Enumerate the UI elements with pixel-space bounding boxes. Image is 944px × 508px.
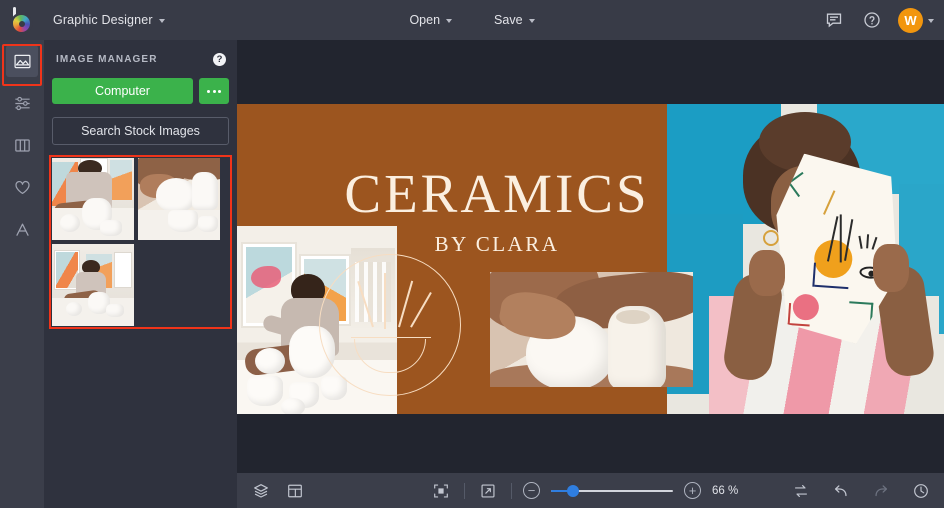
panel-title: IMAGE MANAGER (56, 53, 158, 65)
search-stock-label: Search Stock Images (81, 124, 200, 138)
canvas-area[interactable]: CERAMICS BY CLARA (237, 40, 944, 473)
zoom-out-button[interactable]: − (523, 482, 540, 499)
zoom-in-button[interactable]: + (684, 482, 701, 499)
befunky-logo[interactable] (0, 0, 44, 40)
more-dots-icon[interactable] (199, 78, 229, 104)
zoom-slider[interactable] (551, 484, 673, 498)
zoom-out-label: − (527, 483, 536, 498)
chevron-down-icon (158, 19, 165, 23)
artboard[interactable]: CERAMICS BY CLARA (237, 104, 944, 414)
computer-button-label: Computer (95, 84, 150, 98)
redo-icon[interactable] (869, 479, 893, 503)
tool-rail (0, 40, 44, 508)
history-clock-icon[interactable] (909, 479, 933, 503)
design-title[interactable]: CERAMICS (237, 166, 757, 221)
divider (464, 482, 465, 499)
upload-from-computer-button[interactable]: Computer (52, 78, 193, 104)
top-bar-actions: W (822, 0, 934, 40)
chevron-down-icon (528, 19, 535, 23)
bottom-bar-left (237, 479, 307, 503)
layers-icon[interactable] (249, 479, 273, 503)
panel-actions: Computer Search Stock Images (44, 78, 237, 145)
thumbnail-ceramics-studio-1[interactable] (52, 158, 134, 240)
thumbnail-ceramics-studio-2[interactable] (52, 244, 134, 326)
open-menu-button[interactable]: Open (398, 8, 463, 32)
document-title-dropdown[interactable]: Graphic Designer (44, 8, 174, 32)
document-title-label: Graphic Designer (53, 13, 153, 27)
sidebar-item-edit-tools[interactable] (0, 82, 44, 124)
sidebar-item-graphics[interactable] (0, 166, 44, 208)
help-circle-icon[interactable]: ? (213, 52, 226, 66)
chevron-down-icon (446, 19, 453, 23)
chat-icon[interactable] (822, 8, 846, 32)
bowl-line-art-icon (319, 254, 461, 396)
sidebar-item-templates[interactable] (0, 124, 44, 166)
save-menu-button[interactable]: Save (483, 8, 546, 32)
bottom-bar-right (789, 479, 933, 503)
layout-grid-icon[interactable] (283, 479, 307, 503)
bottom-bar: − + 66 % (237, 473, 944, 508)
thumbnail-gallery (49, 155, 232, 329)
open-menu-label: Open (409, 13, 441, 27)
search-stock-images-button[interactable]: Search Stock Images (52, 117, 229, 145)
canvas-photo-right-portrait[interactable] (667, 104, 944, 414)
image-manager-panel: IMAGE MANAGER ? Computer Search Stock Im… (44, 40, 237, 508)
sidebar-item-text-tool[interactable] (0, 208, 44, 250)
avatar[interactable]: W (898, 7, 923, 33)
undo-icon[interactable] (829, 479, 853, 503)
zoom-in-label: + (688, 483, 697, 498)
top-bar: Graphic Designer Open Save W (0, 0, 944, 40)
design-subtitle[interactable]: BY CLARA (237, 232, 757, 257)
zoom-level-value: 66 % (712, 484, 739, 497)
zoom-slider-thumb[interactable] (566, 484, 579, 497)
panel-header: IMAGE MANAGER ? (44, 40, 237, 78)
chevron-down-icon[interactable] (928, 19, 934, 23)
fit-to-screen-icon[interactable] (429, 479, 453, 503)
divider (511, 482, 512, 499)
app-root: Graphic Designer Open Save W IMAGE MANAG… (0, 0, 944, 508)
thumbnail-hands-shaping-vessel[interactable] (138, 158, 220, 240)
swap-icon[interactable] (789, 479, 813, 503)
expand-icon[interactable] (476, 479, 500, 503)
save-menu-label: Save (494, 13, 523, 27)
help-circle-icon[interactable] (860, 8, 884, 32)
sidebar-item-image-manager[interactable] (0, 40, 44, 86)
canvas-photo-center-vessels[interactable] (490, 272, 693, 387)
